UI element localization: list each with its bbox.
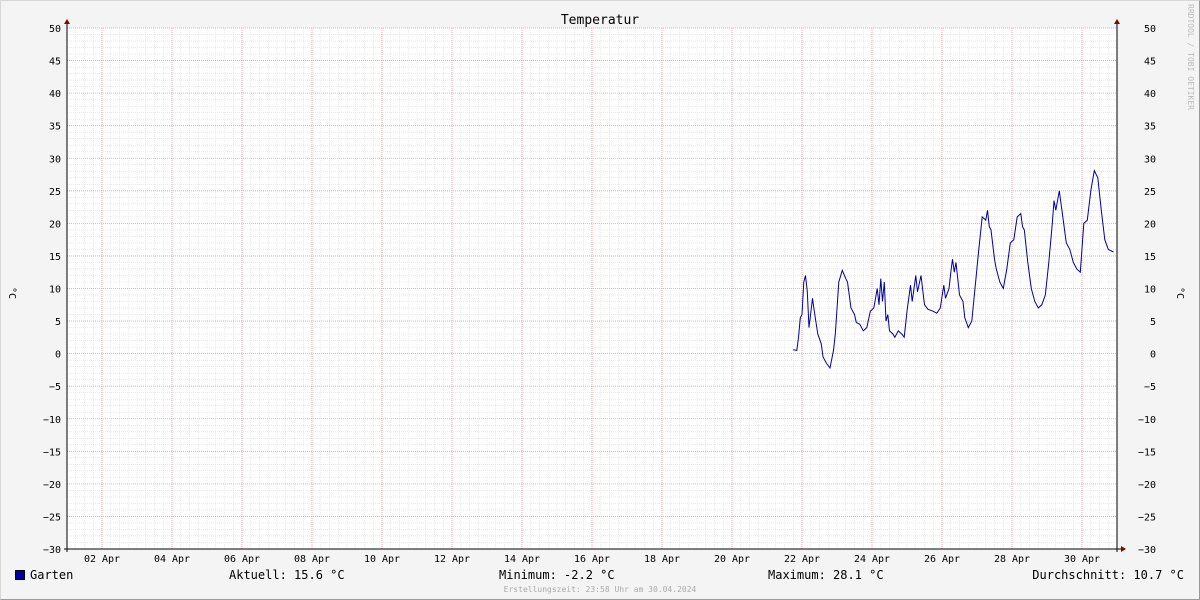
x-tick-label: 22 Apr bbox=[784, 554, 820, 565]
y-tick-label-left: −10 bbox=[43, 415, 61, 426]
y-tick-label-left: 0 bbox=[55, 350, 61, 361]
y-axis-arrow-left bbox=[64, 19, 70, 24]
y-tick-label-left: −15 bbox=[43, 447, 61, 458]
legend-swatch bbox=[15, 570, 25, 580]
x-tick-label: 20 Apr bbox=[714, 554, 750, 565]
y-tick-label-left: 30 bbox=[49, 154, 61, 165]
y-tick-label-right: 50 bbox=[1144, 24, 1156, 35]
y-tick-label-right: 5 bbox=[1150, 317, 1156, 328]
chart-title: Temperatur bbox=[561, 13, 639, 28]
x-tick-label: 02 Apr bbox=[84, 554, 120, 565]
x-tick-label: 26 Apr bbox=[924, 554, 960, 565]
x-tick-label: 04 Apr bbox=[154, 554, 190, 565]
y-tick-label-right: 20 bbox=[1144, 219, 1156, 230]
y-tick-label-right: 0 bbox=[1150, 350, 1156, 361]
x-tick-label: 30 Apr bbox=[1064, 554, 1100, 565]
y-tick-label-right: 45 bbox=[1144, 57, 1156, 68]
y-axis-label-right: °C bbox=[1174, 287, 1185, 299]
temperature-chart: −30 −30 −25 −25 −20 −20 −15 −15 −10 −10 −5 −5 0 0 5 5 10… bbox=[6, 13, 1185, 565]
x-axis-arrow bbox=[1121, 546, 1126, 552]
y-tick-label-left: −5 bbox=[49, 382, 61, 393]
x-tick-label: 18 Apr bbox=[644, 554, 680, 565]
y-tick-label-left: 20 bbox=[49, 219, 61, 230]
y-tick-label-right: −20 bbox=[1138, 480, 1156, 491]
x-tick-label: 12 Apr bbox=[434, 554, 470, 565]
y-tick-label-left: −25 bbox=[43, 512, 61, 523]
x-tick-label: 24 Apr bbox=[854, 554, 890, 565]
legend-series-name: Garten bbox=[30, 568, 74, 582]
y-tick-label-left: 25 bbox=[49, 187, 61, 198]
x-tick-label: 14 Apr bbox=[504, 554, 540, 565]
y-tick-label-left: 10 bbox=[49, 285, 61, 296]
y-tick-label-left: 15 bbox=[49, 252, 61, 263]
y-axis-arrow-right bbox=[1114, 19, 1120, 24]
y-tick-label-left: −30 bbox=[43, 545, 61, 556]
x-tick-label: 16 Apr bbox=[574, 554, 610, 565]
y-tick-label-left: 5 bbox=[55, 317, 61, 328]
y-axis-label-left: °C bbox=[6, 287, 17, 299]
y-tick-label-right: −25 bbox=[1138, 512, 1156, 523]
x-tick-label: 08 Apr bbox=[294, 554, 330, 565]
x-tick-label: 06 Apr bbox=[224, 554, 260, 565]
y-tick-label-left: 50 bbox=[49, 24, 61, 35]
y-tick-label-left: 40 bbox=[49, 89, 61, 100]
legend-maximum: Maximum: 28.1 °C bbox=[768, 568, 884, 582]
y-tick-label-right: −10 bbox=[1138, 415, 1156, 426]
footer-creation-time: Erstellungszeit: 23:58 Uhr am 30.04.2024 bbox=[503, 585, 697, 594]
watermark: RRDTOOL / TOBI OETIKER bbox=[1186, 4, 1195, 110]
y-tick-label-right: 25 bbox=[1144, 187, 1156, 198]
y-tick-label-right: −5 bbox=[1144, 382, 1156, 393]
y-tick-label-right: −15 bbox=[1138, 447, 1156, 458]
x-tick-label: 10 Apr bbox=[364, 554, 400, 565]
legend-minimum: Minimum: -2.2 °C bbox=[499, 568, 615, 582]
y-tick-label-left: 35 bbox=[49, 122, 61, 133]
y-tick-label-right: 40 bbox=[1144, 89, 1156, 100]
y-tick-label-right: 35 bbox=[1144, 122, 1156, 133]
y-tick-label-right: 30 bbox=[1144, 154, 1156, 165]
y-tick-label-right: −30 bbox=[1138, 545, 1156, 556]
y-tick-label-left: −20 bbox=[43, 480, 61, 491]
y-tick-label-right: 15 bbox=[1144, 252, 1156, 263]
x-tick-label: 28 Apr bbox=[994, 554, 1030, 565]
legend-aktuell: Aktuell: 15.6 °C bbox=[229, 568, 345, 582]
y-tick-label-right: 10 bbox=[1144, 285, 1156, 296]
y-tick-label-left: 45 bbox=[49, 57, 61, 68]
legend-durchschnitt: Durchschnitt: 10.7 °C bbox=[1032, 568, 1184, 582]
